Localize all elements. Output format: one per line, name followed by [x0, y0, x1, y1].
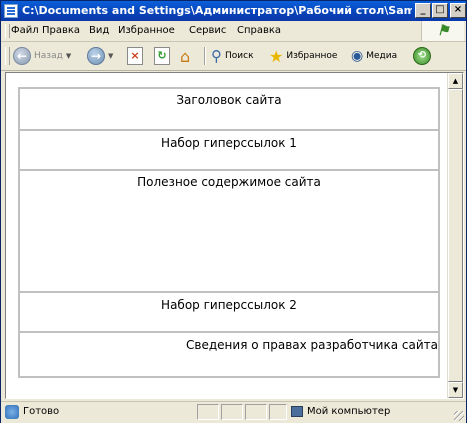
status-panel [197, 404, 219, 420]
status-panel [269, 404, 287, 420]
security-zone-text: Мой компьютер [307, 406, 391, 417]
media-label: Медиа [366, 51, 398, 61]
toolbar: ← Назад ▼ → ▼ × ↻ ⌂ ⚲ Поиск ★ Избранное … [1, 42, 466, 71]
menu-file[interactable]: Файл [11, 25, 39, 36]
search-button[interactable]: ⚲ Поиск [211, 45, 254, 67]
scroll-up-button[interactable]: ▲ [448, 73, 463, 89]
menu-help[interactable]: Справка [237, 25, 281, 36]
status-text: Готово [23, 406, 60, 417]
frame-copyright: Сведения о правах разработчика сайта [186, 338, 438, 352]
menu-edit[interactable]: Правка [42, 25, 80, 36]
frame-links-1: Набор гиперссылок 1 [20, 131, 438, 171]
page-viewport: Заголовок сайта Набор гиперссылок 1 Поле… [5, 72, 464, 399]
favorites-label: Избранное [286, 51, 338, 61]
home-button[interactable]: ⌂ [180, 45, 190, 67]
menu-grip[interactable] [5, 24, 10, 38]
browser-window: C:\Documents and Settings\Администратор\… [0, 0, 467, 423]
media-button[interactable]: ◉ Медиа [351, 45, 397, 67]
windows-logo: ⚑ [421, 21, 464, 41]
toolbar-separator [204, 47, 206, 65]
back-button[interactable]: ← Назад ▼ [13, 45, 71, 67]
chevron-down-icon[interactable]: ▼ [108, 52, 113, 60]
maximize-button[interactable]: □ [432, 3, 448, 18]
search-label: Поиск [225, 51, 254, 61]
history-icon: ⟲ [413, 47, 431, 65]
media-icon: ◉ [351, 48, 364, 64]
stop-icon: × [127, 47, 143, 65]
computer-icon [291, 406, 303, 417]
frame-links-2: Набор гиперссылок 2 [20, 293, 438, 333]
favorites-button[interactable]: ★ Избранное [269, 45, 337, 67]
toolbar-grip[interactable] [5, 47, 10, 65]
search-icon: ⚲ [211, 47, 222, 65]
refresh-icon: ↻ [154, 47, 170, 65]
windows-flag-icon: ⚑ [437, 23, 450, 39]
status-panel [221, 404, 243, 420]
close-button[interactable]: × [450, 3, 466, 18]
ie-page-icon [4, 4, 18, 18]
window-title: C:\Documents and Settings\Администратор\… [22, 4, 412, 17]
menu-tools[interactable]: Сервис [189, 25, 226, 36]
status-bar: Готово Мой компьютер [1, 401, 466, 423]
back-label: Назад [34, 51, 63, 61]
scroll-down-button[interactable]: ▼ [448, 382, 463, 398]
resize-grip[interactable] [454, 411, 464, 421]
forward-button[interactable]: → ▼ [87, 45, 113, 67]
scroll-thumb[interactable] [448, 89, 463, 382]
history-button[interactable]: ⟲ [413, 45, 431, 67]
refresh-button[interactable]: ↻ [154, 45, 170, 67]
forward-arrow-icon: → [87, 47, 105, 65]
status-panel [245, 404, 267, 420]
stop-button[interactable]: × [127, 45, 143, 67]
frame-header: Заголовок сайта [20, 89, 438, 131]
vertical-scrollbar[interactable]: ▲ ▼ [447, 73, 463, 398]
star-icon: ★ [269, 46, 284, 66]
frame-content: Полезное содержимое сайта [20, 171, 438, 293]
title-bar[interactable]: C:\Documents and Settings\Администратор\… [1, 1, 466, 21]
menu-favorites[interactable]: Избранное [118, 25, 175, 36]
menu-bar: Файл Правка Вид Избранное Сервис Справка [1, 21, 466, 42]
minimize-button[interactable]: _ [415, 3, 431, 18]
menu-view[interactable]: Вид [89, 25, 109, 36]
home-icon: ⌂ [180, 46, 191, 66]
frameset: Заголовок сайта Набор гиперссылок 1 Поле… [18, 87, 440, 378]
page-status-icon [5, 405, 19, 419]
chevron-down-icon[interactable]: ▼ [66, 52, 71, 60]
back-arrow-icon: ← [13, 47, 31, 65]
